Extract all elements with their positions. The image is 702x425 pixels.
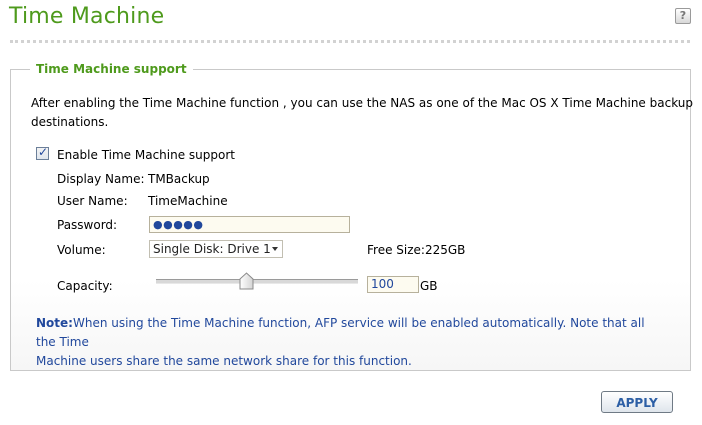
- note-line-1: When using the Time Machine function, AF…: [36, 316, 645, 349]
- capacity-label: Capacity:: [57, 279, 113, 293]
- volume-label: Volume:: [57, 243, 106, 257]
- title-divider: [10, 40, 690, 43]
- help-icon[interactable]: ?: [675, 8, 691, 24]
- section-title: Time Machine support: [30, 62, 193, 76]
- volume-selected-value: Single Disk: Drive 1: [153, 242, 271, 256]
- password-value: ●●●●●: [153, 218, 204, 231]
- checkmark-icon: ✓: [38, 145, 49, 159]
- capacity-input[interactable]: 100: [367, 276, 419, 293]
- capacity-unit: GB: [420, 279, 438, 293]
- apply-button[interactable]: APPLY: [601, 391, 673, 413]
- capacity-slider-track[interactable]: [156, 279, 358, 284]
- description-line-2: destinations.: [31, 115, 109, 129]
- password-label: Password:: [57, 218, 118, 232]
- enable-time-machine-label[interactable]: Enable Time Machine support: [57, 148, 235, 162]
- description-line-1: After enabling the Time Machine function…: [31, 96, 693, 110]
- note-label: Note:: [36, 316, 73, 330]
- user-name-value: TimeMachine: [148, 194, 228, 208]
- display-name-value: TMBackup: [148, 172, 210, 186]
- chevron-down-icon: [272, 247, 278, 251]
- capacity-slider-thumb[interactable]: [239, 272, 254, 290]
- note-line-2: Machine users share the same network sha…: [36, 354, 412, 368]
- page-title: Time Machine: [9, 4, 165, 29]
- user-name-label: User Name:: [57, 194, 128, 208]
- enable-time-machine-checkbox[interactable]: ✓: [36, 145, 49, 160]
- display-name-label: Display Name:: [57, 172, 145, 186]
- capacity-value: 100: [371, 277, 394, 291]
- free-size-text: Free Size:225GB: [367, 243, 466, 257]
- password-field[interactable]: ●●●●●: [149, 216, 350, 233]
- volume-select[interactable]: Single Disk: Drive 1: [149, 240, 283, 258]
- note-text: Note:When using the Time Machine functio…: [36, 314, 666, 371]
